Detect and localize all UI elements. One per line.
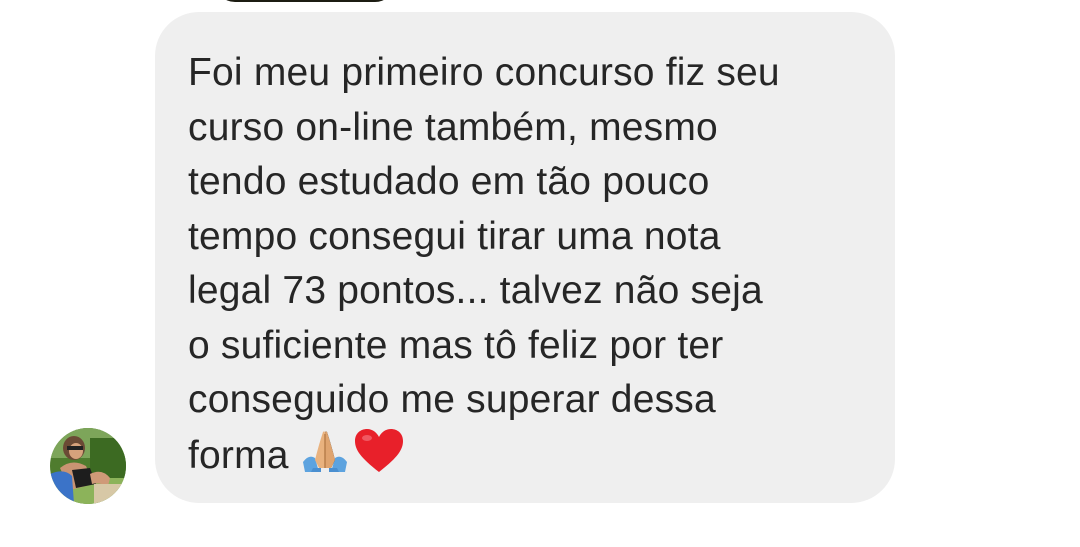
message-line: tempo consegui tirar uma nota (188, 214, 721, 258)
message-line: tendo estudado em tão pouco (188, 160, 710, 203)
message-line: curso on-line também, mesmo (188, 105, 718, 149)
message-line: o suficiente mas tô feliz por ter (188, 323, 724, 367)
praying-hands-emoji (299, 428, 351, 490)
message-line: legal 73 pontos... talvez não seja (188, 269, 763, 312)
previous-message-edge (215, 0, 395, 2)
message-bubble[interactable]: Foi meu primeiro concurso fiz seu curso … (155, 12, 895, 503)
message-last-line: forma (188, 428, 855, 490)
message-line: conseguido me superar dessa (188, 378, 716, 421)
red-heart-emoji (353, 428, 405, 490)
message-line-text: forma (188, 433, 289, 477)
message-line: Foi meu primeiro concurso fiz seu (188, 51, 780, 94)
avatar-photo (50, 428, 126, 504)
sender-avatar[interactable] (50, 428, 126, 504)
